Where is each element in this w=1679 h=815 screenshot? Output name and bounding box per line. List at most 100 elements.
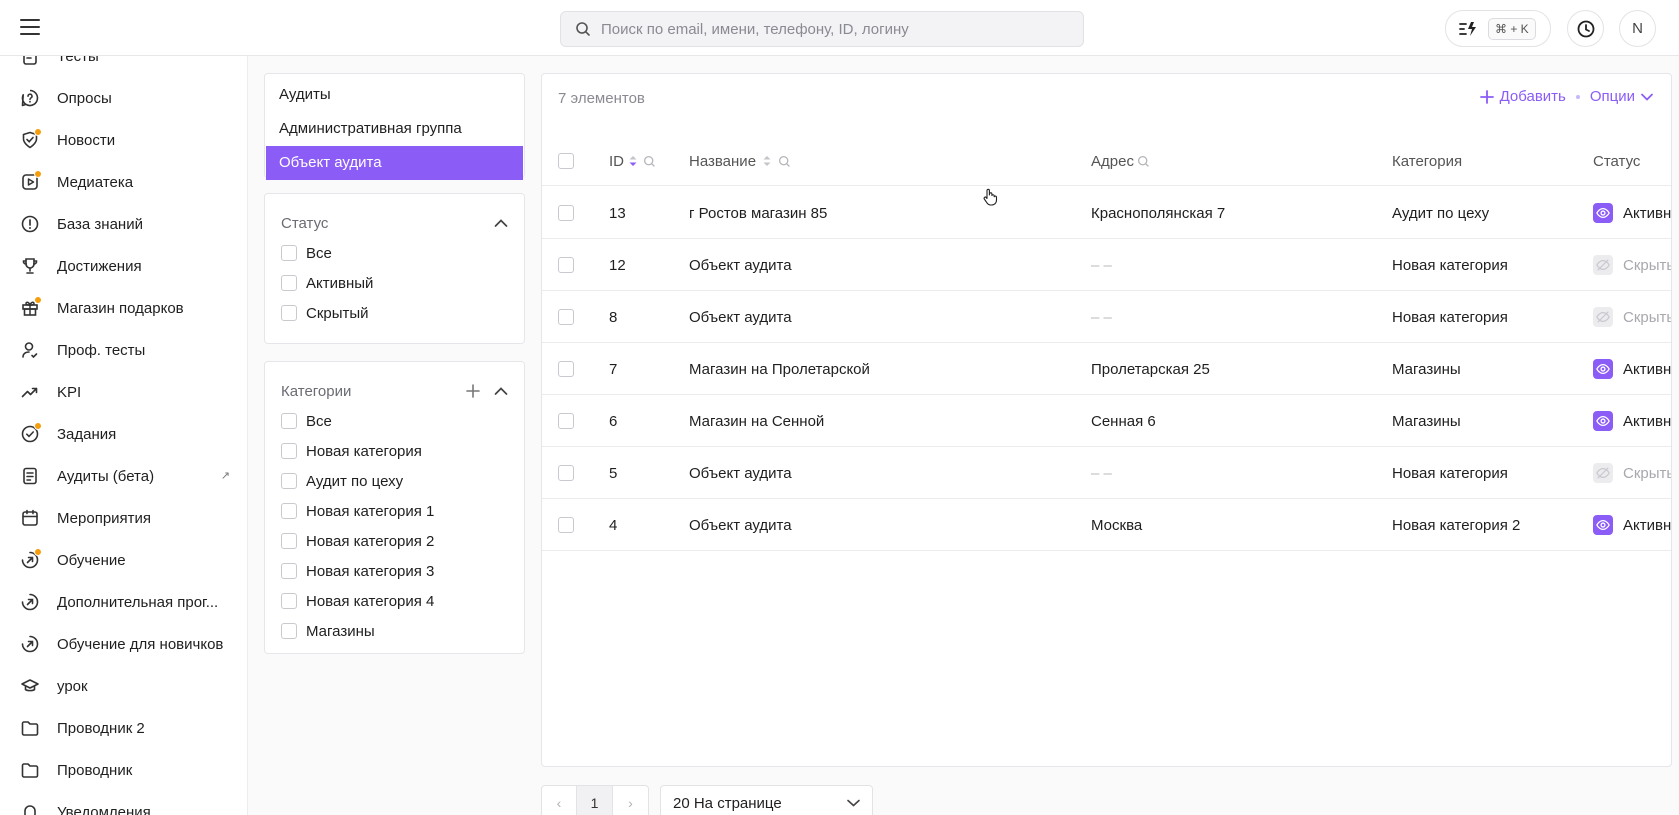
- category-checkbox[interactable]: [281, 413, 297, 429]
- sidebar-item[interactable]: Проводник 2: [0, 707, 247, 749]
- sidebar-item[interactable]: Достижения: [0, 245, 247, 287]
- category-checkbox[interactable]: [281, 443, 297, 459]
- category-checkbox[interactable]: [281, 533, 297, 549]
- sidebar-item[interactable]: Проводник: [0, 749, 247, 791]
- table-row[interactable]: 8 Объект аудита – – Новая категория Скрытый: [542, 291, 1671, 343]
- table-row[interactable]: 5 Объект аудита – – Новая категория Скрытый: [542, 447, 1671, 499]
- category-option[interactable]: Все: [281, 406, 508, 436]
- status-checkbox[interactable]: [281, 245, 297, 261]
- table-row[interactable]: 12 Объект аудита – – Новая категория Скрытый: [542, 239, 1671, 291]
- category-option[interactable]: Новая категория: [281, 436, 508, 466]
- sidebar-item[interactable]: KPI: [0, 371, 247, 413]
- sidebar-item[interactable]: Новости: [0, 119, 247, 161]
- category-option[interactable]: Аудит по цеху: [281, 466, 508, 496]
- cell-name[interactable]: Магазин на Пролетарской: [689, 343, 870, 395]
- status-option[interactable]: Скрытый: [281, 298, 508, 328]
- object-type-item[interactable]: Административная группа: [266, 112, 523, 146]
- sidebar-item[interactable]: Задания: [0, 413, 247, 455]
- cell-name[interactable]: Объект аудита: [689, 239, 792, 291]
- sidebar-item[interactable]: урок: [0, 665, 247, 707]
- sidebar-item-label: Аудиты (бета): [57, 467, 155, 485]
- avatar[interactable]: N: [1619, 10, 1656, 47]
- sidebar-item[interactable]: Проф. тесты: [0, 329, 247, 371]
- category-option[interactable]: Магазины: [281, 616, 508, 646]
- external-link-icon[interactable]: ↗: [221, 469, 230, 482]
- row-checkbox[interactable]: [558, 205, 574, 221]
- category-option[interactable]: Новая категория 3: [281, 556, 508, 586]
- cell-name[interactable]: Объект аудита: [689, 291, 792, 343]
- page-1-button[interactable]: 1: [577, 785, 613, 815]
- column-id[interactable]: ID: [609, 153, 624, 170]
- object-type-item[interactable]: Объект аудита: [266, 146, 523, 180]
- table-row[interactable]: 13 г Ростов магазин 85 Краснополянская 7 Ау…: [542, 187, 1671, 239]
- column-search-icon[interactable]: [778, 155, 791, 168]
- cell-name[interactable]: Магазин на Сенной: [689, 395, 824, 447]
- menu-icon[interactable]: [20, 19, 40, 37]
- column-name[interactable]: Название: [689, 153, 756, 170]
- table-row[interactable]: 7 Магазин на Пролетарской Пролетарская 25 М…: [542, 343, 1671, 395]
- category-option[interactable]: Новая категория 2: [281, 526, 508, 556]
- sidebar-item[interactable]: Тесты: [0, 56, 247, 77]
- column-status[interactable]: Статус: [1593, 153, 1640, 170]
- sidebar-item[interactable]: Уведомления: [0, 791, 247, 815]
- category-option-label: Все: [306, 412, 332, 430]
- row-checkbox[interactable]: [558, 361, 574, 377]
- search-input[interactable]: [601, 20, 1041, 38]
- sidebar-item[interactable]: Магазин подарков: [0, 287, 247, 329]
- sidebar-item[interactable]: Обучение: [0, 539, 247, 581]
- chevron-up-icon[interactable]: [494, 386, 508, 396]
- add-button[interactable]: Добавить: [1500, 88, 1566, 105]
- cell-name[interactable]: Объект аудита: [689, 447, 792, 499]
- category-option[interactable]: Новая категория 1: [281, 496, 508, 526]
- category-checkbox[interactable]: [281, 593, 297, 609]
- status-checkbox[interactable]: [281, 275, 297, 291]
- category-checkbox[interactable]: [281, 503, 297, 519]
- sort-icon[interactable]: [628, 154, 638, 168]
- category-option[interactable]: Новая категория 4: [281, 586, 508, 616]
- select-all-checkbox[interactable]: [558, 153, 574, 169]
- sidebar-item[interactable]: Дополнительная прог...: [0, 581, 247, 623]
- status-option[interactable]: Все: [281, 238, 508, 268]
- cell-name[interactable]: Объект аудита: [689, 499, 792, 551]
- category-checkbox[interactable]: [281, 623, 297, 639]
- per-page-select[interactable]: 20 На странице: [660, 785, 873, 815]
- column-category[interactable]: Категория: [1392, 153, 1462, 170]
- history-button[interactable]: [1567, 10, 1604, 47]
- category-checkbox[interactable]: [281, 473, 297, 489]
- category-checkbox[interactable]: [281, 563, 297, 579]
- sidebar-item[interactable]: Мероприятия: [0, 497, 247, 539]
- next-page-button[interactable]: ›: [613, 785, 649, 815]
- row-checkbox[interactable]: [558, 257, 574, 273]
- row-checkbox[interactable]: [558, 309, 574, 325]
- status-checkbox[interactable]: [281, 305, 297, 321]
- command-palette-button[interactable]: ⌘ + K: [1445, 10, 1551, 47]
- plus-icon[interactable]: [1479, 89, 1494, 104]
- sidebar-item[interactable]: Опросы: [0, 77, 247, 119]
- cell-name[interactable]: г Ростов магазин 85: [689, 187, 827, 239]
- plus-icon[interactable]: [466, 384, 480, 398]
- options-button[interactable]: Опции: [1590, 88, 1635, 105]
- sidebar-item[interactable]: Аудиты (бета) ↗: [0, 455, 247, 497]
- column-address[interactable]: Адрес: [1091, 153, 1134, 170]
- sidebar-item[interactable]: Обучение для новичков: [0, 623, 247, 665]
- row-checkbox[interactable]: [558, 413, 574, 429]
- row-checkbox[interactable]: [558, 517, 574, 533]
- chevron-up-icon[interactable]: [494, 218, 508, 228]
- prev-page-button[interactable]: ‹: [541, 785, 577, 815]
- sort-icon[interactable]: [762, 154, 772, 168]
- folder-icon: [19, 759, 41, 781]
- column-search-icon[interactable]: [1137, 155, 1150, 168]
- chevron-down-icon[interactable]: [1641, 93, 1653, 101]
- object-type-item[interactable]: Аудиты: [266, 78, 523, 112]
- table-row[interactable]: 6 Магазин на Сенной Сенная 6 Магазины Активн…: [542, 395, 1671, 447]
- status-filter-header[interactable]: Статус: [281, 208, 508, 238]
- sidebar-item[interactable]: База знаний: [0, 203, 247, 245]
- row-checkbox[interactable]: [558, 465, 574, 481]
- column-search-icon[interactable]: [643, 155, 656, 168]
- status-option-label: Все: [306, 244, 332, 262]
- status-option[interactable]: Активный: [281, 268, 508, 298]
- sidebar-item[interactable]: Медиатека: [0, 161, 247, 203]
- table-row[interactable]: 4 Объект аудита Москва Новая категория 2 Акт…: [542, 499, 1671, 551]
- search-box[interactable]: [560, 11, 1084, 47]
- category-filter-header[interactable]: Категории: [281, 376, 508, 406]
